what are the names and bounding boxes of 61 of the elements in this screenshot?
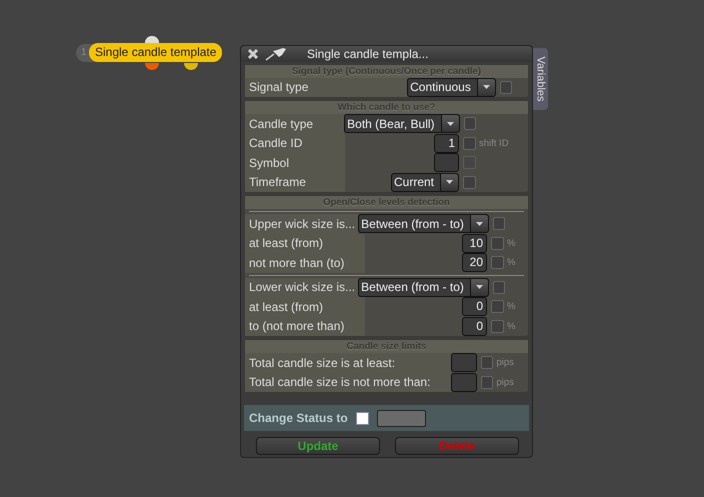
input-field[interactable] xyxy=(450,372,477,392)
unit-label: shift ID xyxy=(479,138,509,149)
checkbox[interactable] xyxy=(491,236,504,250)
unit-label: pips xyxy=(496,376,514,388)
checkbox[interactable] xyxy=(463,176,476,189)
field-label: not more than (to) xyxy=(245,253,365,272)
checkbox[interactable] xyxy=(500,80,512,94)
dropdown[interactable]: Both (Bear, Bull) xyxy=(344,114,460,134)
unit-label: % xyxy=(507,238,516,249)
checkbox[interactable] xyxy=(480,376,494,389)
field-label: Lower wick size is... xyxy=(245,278,358,297)
input-field[interactable]: 0 xyxy=(462,316,487,336)
caret-icon xyxy=(476,285,483,290)
unit-label: % xyxy=(507,320,516,332)
input-field[interactable]: 0 xyxy=(462,297,487,316)
unit-label: pips xyxy=(496,357,514,368)
caret-icon xyxy=(446,180,453,184)
unit-label: % xyxy=(507,257,516,268)
output-port[interactable] xyxy=(145,63,159,70)
checkbox[interactable] xyxy=(464,117,476,130)
node-label[interactable]: Single candle template xyxy=(89,43,222,62)
checkbox[interactable] xyxy=(492,217,506,230)
input-port[interactable] xyxy=(145,36,159,43)
checkbox[interactable] xyxy=(491,320,504,333)
input-field[interactable]: 10 xyxy=(462,234,487,253)
checkbox[interactable] xyxy=(480,356,494,370)
caret-icon xyxy=(446,122,454,126)
caret-icon xyxy=(476,222,483,226)
close-icon[interactable] xyxy=(247,48,259,60)
pin-icon[interactable] xyxy=(265,46,287,61)
checkbox[interactable] xyxy=(491,300,504,314)
dropdown[interactable]: Current xyxy=(390,172,459,192)
checkbox[interactable] xyxy=(356,412,369,424)
variables-tab[interactable]: Variables xyxy=(533,48,548,110)
field-label: Total candle size is not more than: xyxy=(245,372,451,392)
field-label: Symbol xyxy=(245,153,345,172)
output-port[interactable] xyxy=(184,63,198,70)
field-label: Upper wick size is... xyxy=(245,214,358,234)
field-label: at least (from) xyxy=(245,297,365,316)
field-label: Total candle size is at least: xyxy=(245,353,451,372)
checkbox[interactable] xyxy=(492,280,506,294)
caret-icon xyxy=(482,85,490,90)
window-title: Single candle templa... xyxy=(307,46,428,61)
field-label: to (not more than) xyxy=(245,316,365,336)
dropdown[interactable]: Continuous xyxy=(407,78,496,97)
checkbox[interactable] xyxy=(491,256,504,270)
input-field[interactable] xyxy=(450,353,477,372)
field-label: Candle ID xyxy=(245,134,345,153)
field-label: Timeframe xyxy=(245,172,345,192)
dropdown[interactable]: Between (from - to) xyxy=(358,278,489,297)
unit-label: % xyxy=(507,301,516,312)
input-field[interactable]: 1 xyxy=(434,134,459,153)
status-label: Change Status to xyxy=(249,411,348,425)
status-field[interactable] xyxy=(376,410,426,426)
field-label: Signal type xyxy=(245,78,408,97)
input-field[interactable] xyxy=(434,153,459,172)
field-label: at least (from) xyxy=(245,234,365,253)
dropdown[interactable]: Between (from - to) xyxy=(358,214,489,234)
input-field[interactable]: 20 xyxy=(462,253,487,272)
checkbox[interactable] xyxy=(463,136,476,150)
field-label: Candle type xyxy=(245,114,344,134)
